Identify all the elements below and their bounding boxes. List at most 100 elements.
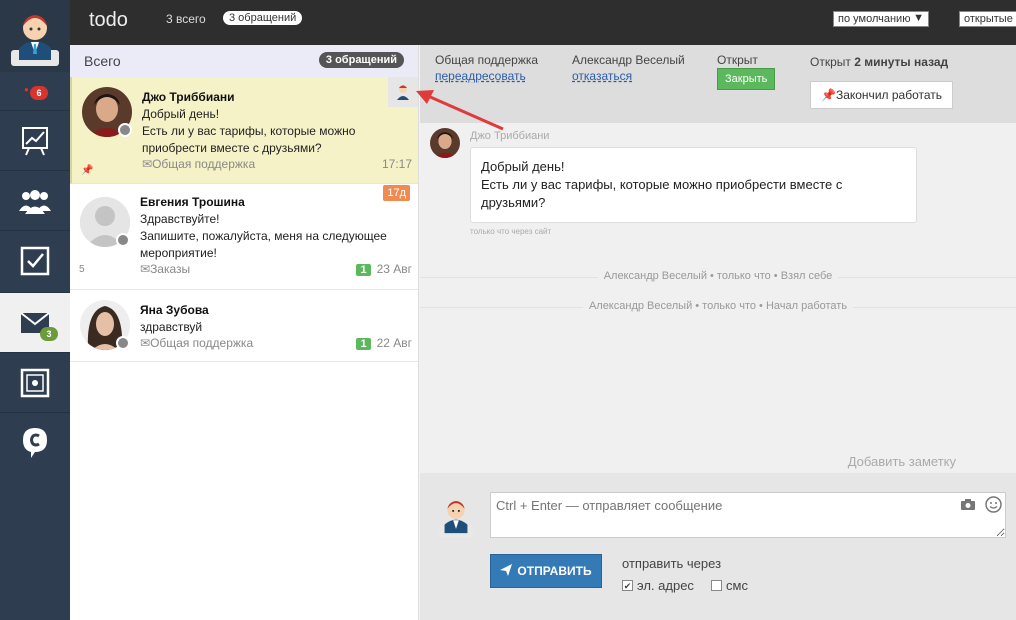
conversation-header: Общая поддержка переадресовать Александр… [420,45,1016,123]
status-dot [116,233,130,247]
status-dot [118,123,132,137]
main-sidebar: ● 6 3 [0,0,70,620]
reply-composer: ОТПРАВИТЬ отправить через ✔ эл. адрес см… [420,473,1016,620]
sidebar-item-statistics[interactable] [0,110,70,170]
sidebar-item-messages[interactable]: 3 [0,292,70,352]
message-bubble: Добрый день! Есть ли у вас тарифы, котор… [470,147,917,223]
paper-plane-icon [500,563,513,579]
envelope-small-icon: ✉ [140,262,151,276]
messages-badge: 3 [40,327,58,341]
list-header-count: 3 обращений [318,52,404,68]
client-name: Джо Триббиани [142,90,235,104]
side-count: 5 [79,264,85,275]
status-label: Открыт [717,53,758,67]
sidebar-item-safe[interactable] [0,352,70,412]
opened-prefix: Открыт [810,55,851,69]
message-author-avatar [430,128,460,158]
pin-icon[interactable]: 📌 [81,165,93,176]
requests-filter-pill[interactable]: 3 обращений [223,11,303,25]
message-preview: здравствуй [140,320,203,334]
message-date: 1 23 Авг [356,262,412,276]
agent-avatar-icon [11,15,59,66]
add-note-link[interactable]: Добавить заметку [848,454,956,469]
client-photo-icon [430,128,460,158]
chat-bubble-icon [23,427,47,458]
email-checkbox-label: эл. адрес [637,578,694,593]
message-date: 1 22 Авг [356,336,412,350]
conversation-item[interactable]: Евгения Трошина Здравствуйте! Запишите, … [70,184,418,290]
sms-checkbox-label: смс [726,578,748,593]
send-button[interactable]: ОТПРАВИТЬ [490,554,602,588]
category: ✉Заказы [140,262,190,276]
opened-info: Открыт 2 минуты назад [810,55,948,69]
status-select[interactable]: открытые [959,11,1016,27]
send-via-label: отправить через [622,556,722,571]
date-label: 23 Авг [376,262,412,276]
system-event: Александр Веселый • только что • Начал р… [420,300,1016,312]
client-name: Евгения Трошина [140,195,245,209]
envelope-small-icon: ✉ [140,336,151,350]
conversation-item[interactable]: Джо Триббиани Добрый день! Есть ли у вас… [70,77,418,184]
camera-icon[interactable] [960,498,976,514]
chart-board-icon [22,126,48,155]
sidebar-item-tasks[interactable] [0,230,70,290]
total-count[interactable]: 3 всего [166,12,206,26]
forward-link[interactable]: переадресовать [435,69,526,83]
page-title: todo [89,9,128,31]
close-button[interactable]: Закрыть [717,68,776,90]
unread-badge: 1 [356,264,371,276]
agent-avatar [436,491,476,541]
conversation-item[interactable]: Яна Зубова здравствуй ✉Общая поддержка 1… [70,290,418,362]
agent-avatar-icon [438,501,474,538]
status-select-value: открытые [964,13,1013,25]
sort-select-value: по умолчанию [838,13,911,25]
message-time: 17:17 [381,157,412,171]
notifications-item[interactable]: ● 6 [0,72,70,110]
group-label: Общая поддержка [435,53,539,67]
category: ✉Общая поддержка [142,157,255,171]
list-header-label: Всего [84,53,121,69]
system-event: Александр Веселый • только что • Взял се… [420,270,1016,282]
email-checkbox[interactable]: ✔ эл. адрес [622,578,694,593]
system-event-text: Александр Веселый • только что • Начал р… [582,300,854,312]
notification-dot-icon: ● [24,85,29,94]
safe-icon [20,368,50,397]
messages-area: Джо Триббиани Добрый день! Есть ли у вас… [420,123,1016,473]
category-label: Общая поддержка [150,336,254,350]
agent-avatar[interactable] [0,0,70,72]
sidebar-item-chat[interactable] [0,412,70,472]
category: ✉Общая поддержка [140,336,253,350]
category-label: Общая поддержка [152,157,256,171]
checkbox-checked-icon: ✔ [622,580,633,591]
age-badge: 17д [383,185,410,201]
message-preview: Здравствуйте! Запишите, пожалуйста, меня… [140,212,387,260]
message-author: Джо Триббиани [470,130,550,142]
sms-checkbox[interactable]: смс [711,578,748,593]
opened-value: 2 минуты назад [854,55,949,69]
client-name: Яна Зубова [140,303,209,317]
conversation-list: Всего 3 обращений Джо Триббиани Добрый д… [70,45,419,620]
message-via: только что через сайт [470,227,552,236]
message-input[interactable] [490,492,1006,538]
status-dot [116,336,130,350]
finish-work-button[interactable]: 📌Закончил работать [810,81,954,109]
smile-icon[interactable] [985,496,1002,516]
message-preview: Добрый день! Есть ли у вас тарифы, котор… [142,107,356,155]
agent-label: Александр Веселый [572,53,685,67]
notifications-badge: 6 [30,86,48,100]
system-event-text: Александр Веселый • только что • Взял се… [597,270,839,282]
date-label: 22 Авг [376,336,412,350]
envelope-small-icon: ✉ [142,157,153,171]
checkbox-empty-icon [711,580,722,591]
send-button-label: ОТПРАВИТЬ [517,564,592,578]
category-label: Заказы [150,262,191,276]
pin-icon: 📌 [821,88,836,102]
top-bar: todo 3 всего 3 обращений по умолчанию ▼ … [70,0,1016,45]
checkbox-icon [20,246,50,275]
sort-select[interactable]: по умолчанию ▼ [833,11,929,27]
finish-work-label: Закончил работать [835,88,943,102]
unread-badge: 1 [356,338,371,350]
list-header: Всего 3 обращений [70,45,418,77]
sidebar-item-clients[interactable] [0,170,70,230]
decline-link[interactable]: отказаться [572,69,632,83]
